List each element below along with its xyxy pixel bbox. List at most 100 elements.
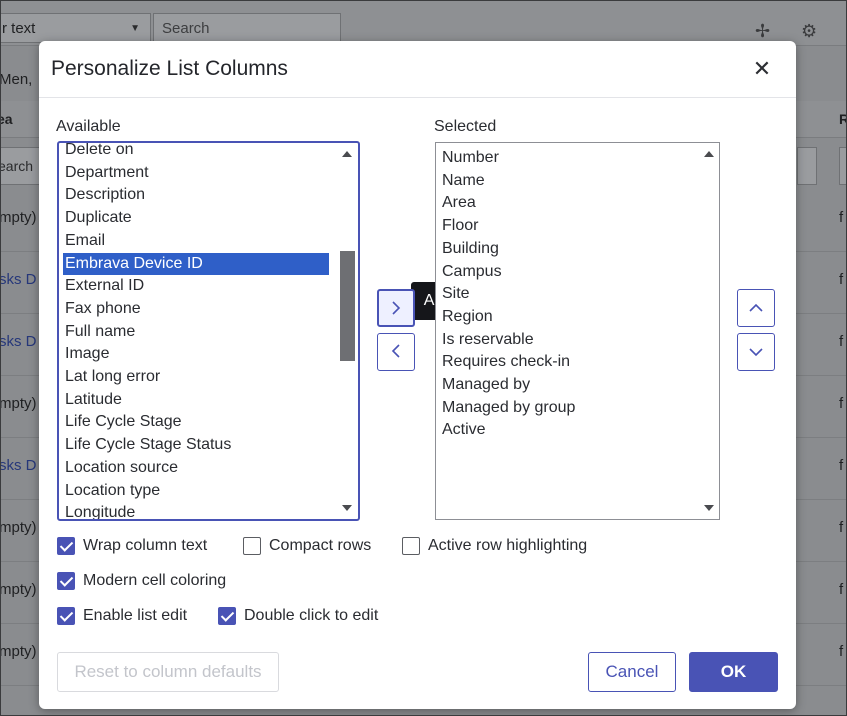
scroll-down-icon[interactable] bbox=[342, 505, 352, 511]
chevron-up-icon bbox=[749, 303, 763, 312]
checkbox-icon[interactable] bbox=[57, 572, 75, 590]
selected-option[interactable]: Requires check-in bbox=[442, 351, 570, 373]
available-columns-list[interactable]: Delete on Department Description Duplicate E… bbox=[57, 141, 360, 521]
enable-list-edit-checkbox[interactable]: Enable list edit bbox=[57, 604, 187, 628]
background-filter-select[interactable]: r text ▼ bbox=[1, 13, 151, 43]
available-option[interactable]: Longitude bbox=[65, 502, 135, 519]
selected-option[interactable]: Floor bbox=[442, 215, 478, 237]
chevron-down-icon: ▼ bbox=[130, 23, 140, 34]
selected-option[interactable]: Area bbox=[442, 192, 476, 214]
reset-to-column-defaults-button[interactable]: Reset to column defaults bbox=[57, 652, 279, 692]
background-cell: f bbox=[839, 643, 844, 660]
background-cell[interactable]: sks D bbox=[1, 271, 37, 288]
enable-list-edit-label: Enable list edit bbox=[83, 607, 188, 624]
chevron-left-icon bbox=[391, 344, 400, 358]
checkbox-icon[interactable] bbox=[57, 537, 75, 555]
available-option[interactable]: Full name bbox=[65, 321, 135, 343]
selected-scrollbar[interactable] bbox=[700, 143, 718, 519]
background-cell[interactable]: sks D bbox=[1, 457, 37, 474]
background-cell[interactable]: sks D bbox=[1, 333, 37, 350]
cancel-button[interactable]: Cancel bbox=[588, 652, 676, 692]
available-option[interactable]: Department bbox=[65, 162, 149, 184]
background-cell: f bbox=[839, 395, 844, 412]
available-option[interactable]: Life Cycle Stage Status bbox=[65, 434, 231, 456]
background-cell: mpty) bbox=[0, 581, 37, 598]
remove-column-button[interactable] bbox=[377, 333, 415, 371]
wrap-column-text-label: Wrap column text bbox=[83, 537, 208, 554]
compact-rows-label: Compact rows bbox=[269, 537, 372, 554]
selected-option[interactable]: Building bbox=[442, 238, 499, 260]
background-cell: f bbox=[839, 581, 844, 598]
background-cell: mpty) bbox=[0, 209, 37, 226]
scroll-up-icon[interactable] bbox=[704, 151, 714, 157]
background-column-header-left: ea bbox=[1, 111, 13, 127]
available-option[interactable]: Email bbox=[65, 230, 105, 252]
modern-cell-coloring-label: Modern cell coloring bbox=[83, 572, 227, 589]
background-search-input[interactable]: Search bbox=[153, 13, 341, 43]
selected-option[interactable]: Site bbox=[442, 283, 470, 305]
checkbox-icon[interactable] bbox=[218, 607, 236, 625]
background-cell: mpty) bbox=[0, 643, 37, 660]
background-column-search[interactable]: earch bbox=[1, 147, 43, 185]
modern-cell-coloring-checkbox[interactable]: Modern cell coloring bbox=[57, 569, 226, 593]
active-row-highlighting-checkbox[interactable]: Active row highlighting bbox=[402, 534, 587, 558]
chevron-right-icon bbox=[392, 301, 401, 315]
move-up-button[interactable] bbox=[737, 289, 775, 327]
move-down-button[interactable] bbox=[737, 333, 775, 371]
background-cell: f bbox=[839, 271, 844, 288]
available-option[interactable]: Embrava Device ID bbox=[63, 252, 329, 275]
double-click-to-edit-label: Double click to edit bbox=[244, 607, 379, 624]
checkbox-icon[interactable] bbox=[402, 537, 420, 555]
checkbox-icon[interactable] bbox=[243, 537, 261, 555]
selected-option[interactable]: Region bbox=[442, 306, 493, 328]
background-column-header-right: R bbox=[839, 111, 846, 127]
selected-option[interactable]: Managed by group bbox=[442, 397, 575, 419]
dialog-title: Personalize List Columns bbox=[51, 57, 288, 80]
available-label: Available bbox=[56, 118, 121, 135]
background-cell: mpty) bbox=[0, 519, 37, 536]
background-cell: f bbox=[839, 209, 844, 226]
selected-label: Selected bbox=[434, 118, 497, 135]
available-scrollbar[interactable] bbox=[338, 143, 356, 519]
selected-option[interactable]: Name bbox=[442, 170, 485, 192]
available-option[interactable]: External ID bbox=[65, 275, 144, 297]
background-column-search-box[interactable] bbox=[839, 147, 846, 185]
close-button[interactable]: ✕ bbox=[749, 56, 775, 82]
scroll-down-icon[interactable] bbox=[704, 505, 714, 511]
gear-icon[interactable]: ⚙ bbox=[801, 21, 817, 42]
selected-columns-list[interactable]: Number Name Area Floor Building Campus Site Reg… bbox=[435, 142, 720, 520]
filter-select-value: r text bbox=[2, 20, 36, 37]
selected-option[interactable]: Managed by bbox=[442, 374, 530, 396]
wrap-column-text-checkbox[interactable]: Wrap column text bbox=[57, 534, 207, 558]
add-column-button[interactable] bbox=[377, 289, 415, 327]
scroll-up-icon[interactable] bbox=[342, 151, 352, 157]
background-cell: f bbox=[839, 333, 844, 350]
selected-option[interactable]: Is reservable bbox=[442, 329, 534, 351]
window-frame: r text ▼ Search ✢ ⚙ Men, ea R earch mpty… bbox=[0, 0, 847, 716]
available-option[interactable]: Location source bbox=[65, 457, 178, 479]
background-cell: f bbox=[839, 457, 844, 474]
sparkle-icon[interactable]: ✢ bbox=[755, 21, 770, 42]
available-option[interactable]: Image bbox=[65, 343, 109, 365]
available-option[interactable]: Lat long error bbox=[65, 366, 160, 388]
personalize-list-columns-dialog: Personalize List Columns ✕ Available Sel… bbox=[39, 41, 796, 709]
compact-rows-checkbox[interactable]: Compact rows bbox=[243, 534, 371, 558]
available-option[interactable]: Fax phone bbox=[65, 298, 141, 320]
checkbox-icon[interactable] bbox=[57, 607, 75, 625]
scroll-thumb[interactable] bbox=[340, 251, 355, 361]
background-column-search-box[interactable] bbox=[797, 147, 817, 185]
selected-option[interactable]: Number bbox=[442, 147, 499, 169]
selected-option[interactable]: Campus bbox=[442, 261, 502, 283]
background-cell: mpty) bbox=[0, 395, 37, 412]
selected-option[interactable]: Active bbox=[442, 419, 486, 441]
available-option[interactable]: Life Cycle Stage bbox=[65, 411, 182, 433]
double-click-to-edit-checkbox[interactable]: Double click to edit bbox=[218, 604, 378, 628]
available-option[interactable]: Delete on bbox=[65, 143, 134, 161]
available-option[interactable]: Location type bbox=[65, 480, 160, 502]
close-icon: ✕ bbox=[752, 56, 772, 81]
available-option[interactable]: Description bbox=[65, 184, 145, 206]
available-option[interactable]: Duplicate bbox=[65, 207, 132, 229]
available-option[interactable]: Latitude bbox=[65, 389, 122, 411]
background-cell: f bbox=[839, 519, 844, 536]
ok-button[interactable]: OK bbox=[689, 652, 778, 692]
